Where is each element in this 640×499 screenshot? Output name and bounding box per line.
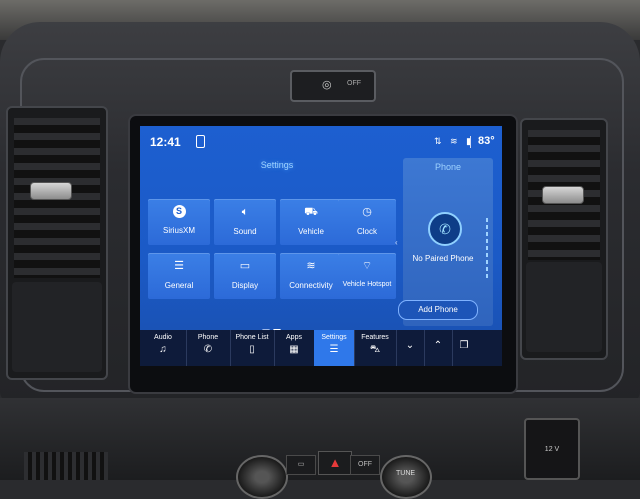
hotspot-icon: ⌔ <box>361 260 373 272</box>
hazard-button[interactable]: ▲ <box>318 451 352 475</box>
phone-list-icon: ▯ <box>249 344 255 355</box>
chevron-down-icon: ⌄ <box>405 340 415 351</box>
clock-text: 12:41 <box>150 135 181 149</box>
speaker-grille <box>24 452 108 480</box>
bottom-nav-bar: Audio ♫ Phone ✆ Phone List ▯ Apps ▦ Sett… <box>140 330 502 366</box>
speaker-icon: 🔈︎ <box>241 206 249 218</box>
tile-label: General <box>164 281 194 290</box>
sync-screen: 12:41 ⇅ ≋ ▮ 83° Settings S SiriusXM 🔈︎ S… <box>140 126 502 366</box>
nav-label: Features <box>361 334 389 341</box>
panel-collapse-handle[interactable]: ‹ <box>395 238 398 247</box>
nav-label: Audio <box>154 334 172 341</box>
tile-label: SiriusXM <box>162 226 195 235</box>
tile-sound[interactable]: 🔈︎ Sound <box>214 199 276 245</box>
panel-scroll-indicator <box>486 218 488 278</box>
connectivity-status-icons: ⇅ ≋ ▮ <box>434 136 475 146</box>
music-icon: ♫ <box>159 344 167 355</box>
nav-features[interactable]: Features ⛍︎ <box>354 330 397 366</box>
phone-icon[interactable]: ✆ <box>428 212 462 246</box>
outside-temperature: 83° <box>478 135 495 147</box>
status-bar: 12:41 ⇅ ≋ ▮ 83° <box>140 126 502 156</box>
vent-lower-panel <box>12 282 102 372</box>
nav-expand-up[interactable]: ⌃ <box>424 330 453 366</box>
tile-general[interactable]: ☰ General <box>148 253 210 299</box>
nav-apps[interactable]: Apps ▦ <box>274 330 315 366</box>
nav-audio[interactable]: Audio ♫ <box>140 330 187 366</box>
camera-button[interactable]: ◎ OFF <box>290 70 376 102</box>
vent-lower-panel <box>526 262 602 352</box>
tile-label: Display <box>231 281 259 290</box>
phone-status-icon <box>196 135 205 148</box>
phone-panel: Phone ✆ No Paired Phone Add Phone <box>398 158 493 326</box>
vent-knob[interactable] <box>30 182 72 200</box>
nav-split-screen[interactable]: ❐ <box>452 330 476 366</box>
input-button[interactable]: ▭ <box>286 455 316 475</box>
power-off-button[interactable]: OFF <box>350 455 380 475</box>
settings-title: Settings <box>260 160 294 170</box>
add-phone-button[interactable]: Add Phone <box>398 300 478 320</box>
phone-status-text: No Paired Phone <box>412 254 474 263</box>
nav-label: Apps <box>286 334 302 341</box>
right-air-vent[interactable] <box>520 118 608 360</box>
display-icon: ▭ <box>239 260 251 272</box>
outlet-label: 12 V <box>544 446 560 453</box>
tile-label: Sound <box>233 227 257 236</box>
camera-icon: ◎ <box>322 79 332 91</box>
features-car-icon: ⛍︎ <box>369 344 381 355</box>
sliders-icon: ☰ <box>174 260 184 272</box>
left-air-vent[interactable] <box>6 106 108 380</box>
hazard-triangle-icon: ▲ <box>328 455 342 470</box>
tile-siriusxm[interactable]: S SiriusXM <box>148 199 210 245</box>
power-outlet: 12 V <box>524 418 580 480</box>
clock-icon: ◷ <box>362 206 372 218</box>
apps-grid-icon: ▦ <box>289 344 299 355</box>
nav-settings[interactable]: Settings ☰ <box>314 330 355 366</box>
tile-vehicle-hotspot[interactable]: ⌔ Vehicle Hotspot <box>338 253 396 299</box>
settings-sliders-icon: ☰ <box>329 344 339 355</box>
tile-label: Vehicle Hotspot <box>342 281 392 288</box>
power-off-label: OFF <box>358 461 372 468</box>
vent-knob[interactable] <box>542 186 584 204</box>
tile-label: Clock <box>356 227 377 236</box>
tile-vehicle[interactable]: ⛟︎ Vehicle <box>280 199 342 245</box>
nav-label: Settings <box>321 334 347 341</box>
nav-phone-list[interactable]: Phone List ▯ <box>230 330 275 366</box>
tile-label: Vehicle <box>298 227 324 236</box>
tile-connectivity[interactable]: ≋ Connectivity <box>280 253 342 299</box>
chevron-up-icon: ⌃ <box>433 340 443 351</box>
volume-knob[interactable] <box>236 455 288 499</box>
camera-off-label: OFF <box>347 80 361 87</box>
nav-collapse-down[interactable]: ⌄ <box>396 330 425 366</box>
nav-label: Phone <box>197 334 219 341</box>
tune-knob[interactable] <box>380 455 432 499</box>
tile-clock[interactable]: ◷ Clock <box>338 199 396 245</box>
phone-panel-title: Phone <box>434 162 462 172</box>
tune-label: TUNE <box>396 470 416 477</box>
nav-label: Phone List <box>235 334 269 341</box>
siriusxm-icon: S <box>172 205 186 218</box>
status-divider <box>470 136 471 148</box>
tile-display[interactable]: ▭ Display <box>214 253 276 299</box>
tile-label: Connectivity <box>289 281 333 290</box>
phone-icon: ✆ <box>203 344 213 355</box>
split-screen-icon: ❐ <box>459 340 469 351</box>
nav-phone[interactable]: Phone ✆ <box>186 330 231 366</box>
wifi-icon: ≋ <box>306 260 316 272</box>
vehicle-icon: ⛟︎ <box>304 206 318 218</box>
